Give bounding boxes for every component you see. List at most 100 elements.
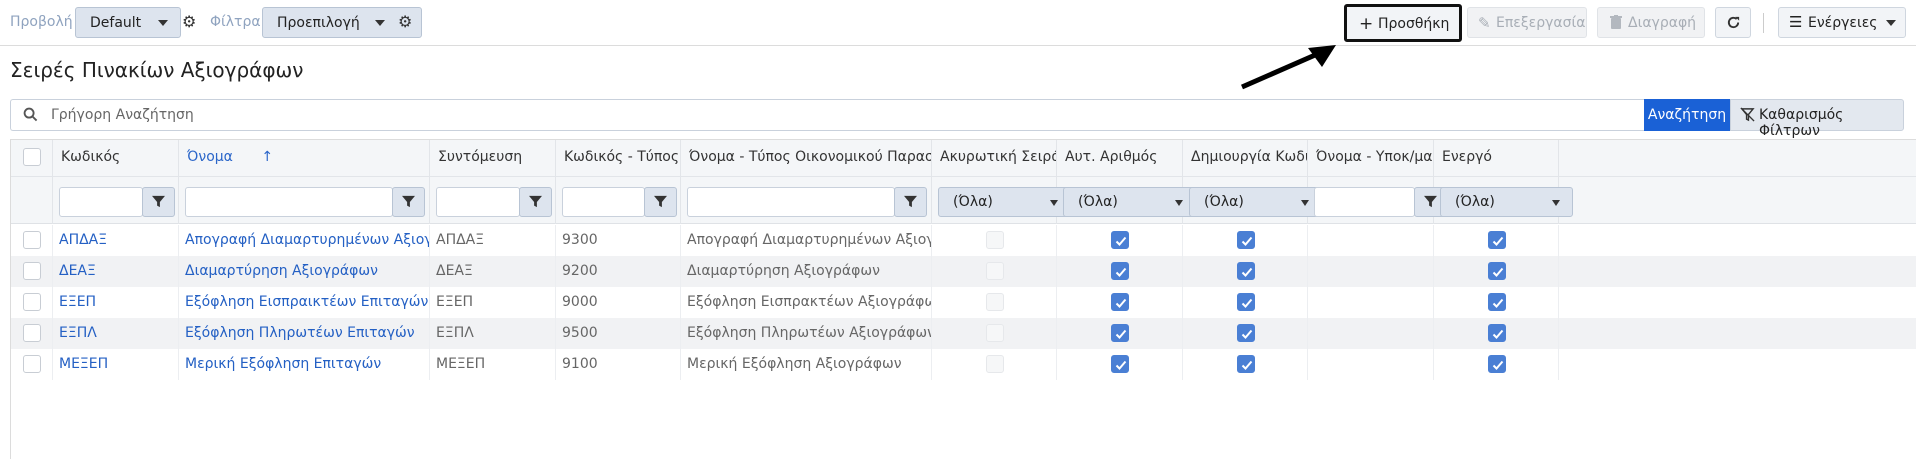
column-header-name[interactable]: Όνομα ↑ xyxy=(179,140,430,177)
checked-checkbox xyxy=(1487,293,1506,311)
row-select-checkbox[interactable] xyxy=(23,293,41,311)
cell-subsystem-name xyxy=(1308,287,1434,318)
cell-doc-type-name: Απογραφή Διαμαρτυρημένων Αξιογράφων xyxy=(681,225,932,256)
cell-shortcut: ΜΕΞΕΠ xyxy=(430,349,556,380)
table-row[interactable]: ΕΞΠΛ Εξόφληση Πληρωτέων Επιταγών ΕΞΠΛ 9500 Ε… xyxy=(11,318,1916,349)
cell-name[interactable]: Μερική Εξόφληση Επιταγών xyxy=(179,349,430,380)
column-header-create-code[interactable]: Δημιουργία Κωδικού xyxy=(1183,140,1308,177)
view-settings-button[interactable]: ⚙ xyxy=(172,7,204,38)
column-header-label: Κωδικός - Τύπος Οι... xyxy=(564,149,680,165)
column-header-auto-number[interactable]: Αυτ. Αριθμός xyxy=(1057,140,1183,177)
filter-select-value: (Όλα) xyxy=(1078,194,1118,210)
annotation-arrow-icon xyxy=(1240,45,1336,90)
table-row[interactable]: ΕΞΕΠ Εξόφληση Εισπραικτέων Επιταγών ΕΞΕΠ 90… xyxy=(11,287,1916,318)
search-button[interactable]: Αναζήτηση xyxy=(1644,99,1730,131)
add-button[interactable]: + Προσθήκη xyxy=(1344,4,1462,42)
checked-checkbox xyxy=(1111,262,1129,280)
cell-name[interactable]: Διαμαρτύρηση Αξιογράφων xyxy=(179,256,430,287)
cell-create-code xyxy=(1183,287,1308,318)
view-select[interactable]: Default xyxy=(75,7,181,38)
cell-code[interactable]: ΑΠΔΑΞ xyxy=(53,225,179,256)
unchecked-checkbox xyxy=(985,293,1004,311)
filter-select-active[interactable]: (Όλα) xyxy=(1440,187,1573,217)
column-header-label: Ενεργό xyxy=(1442,149,1492,165)
delete-button[interactable]: Διαγραφή xyxy=(1597,7,1705,38)
checked-checkbox xyxy=(1236,293,1255,311)
column-header-doc-type-code[interactable]: Κωδικός - Τύπος Οι... xyxy=(556,140,681,177)
filter-button-name[interactable] xyxy=(392,187,425,217)
column-header-shortcut[interactable]: Συντόμευση xyxy=(430,140,556,177)
cell-name[interactable]: Εξόφληση Πληρωτέων Επιταγών xyxy=(179,318,430,349)
row-select-checkbox[interactable] xyxy=(23,262,41,280)
filter-input-shortcut[interactable] xyxy=(436,187,520,217)
filter-input-doc-type-code[interactable] xyxy=(562,187,645,217)
filter-input-code[interactable] xyxy=(59,187,143,217)
filter-input-doc-type-name[interactable] xyxy=(687,187,895,217)
header-select-all[interactable] xyxy=(11,140,53,177)
filter-button-doc-type-name[interactable] xyxy=(894,187,927,217)
filter-cell-auto-number: (Όλα) xyxy=(1057,177,1196,224)
cell-active xyxy=(1434,349,1559,380)
cell-shortcut: ΕΞΕΠ xyxy=(430,287,556,318)
cell-name[interactable]: Απογραφή Διαμαρτυρημένων Αξιογράφων xyxy=(179,225,430,256)
cell-shortcut: ΕΞΠΛ xyxy=(430,318,556,349)
filter-select-create-code[interactable]: (Όλα) xyxy=(1189,187,1322,217)
row-select-checkbox[interactable] xyxy=(23,355,41,373)
filter-icon xyxy=(654,195,667,208)
row-select-checkbox[interactable] xyxy=(23,231,41,249)
refresh-button[interactable] xyxy=(1715,7,1751,38)
table-row[interactable]: ΔΕΑΞ Διαμαρτύρηση Αξιογράφων ΔΕΑΞ 9200 Διαμα… xyxy=(11,256,1916,287)
cell-code[interactable]: ΕΞΕΠ xyxy=(53,287,179,318)
column-header-label: Όνομα - Υποκ/μα Ε... xyxy=(1316,149,1433,165)
column-header-code[interactable]: Κωδικός xyxy=(53,140,179,177)
checked-checkbox xyxy=(1487,262,1506,280)
cell-active xyxy=(1434,318,1559,349)
filter-input-subsystem-name[interactable] xyxy=(1314,187,1415,217)
cell-subsystem-name xyxy=(1308,225,1434,256)
clear-filters-label: Καθαρισμός Φίλτρων xyxy=(1759,107,1844,139)
filter-cell-cancel-series: (Όλα) xyxy=(932,177,1071,224)
filter-button-doc-type-code[interactable] xyxy=(644,187,677,217)
checked-checkbox xyxy=(1487,231,1506,249)
search-input[interactable] xyxy=(51,104,1551,126)
checked-checkbox xyxy=(1236,324,1255,342)
select-all-checkbox[interactable] xyxy=(23,148,41,166)
clear-filters-button[interactable]: Καθαρισμός Φίλτρων xyxy=(1730,99,1904,139)
cell-doc-type-code: 9200 xyxy=(556,256,681,287)
filter-select-cancel-series[interactable]: (Όλα) xyxy=(938,187,1071,217)
chevron-down-icon xyxy=(1175,200,1183,206)
column-header-label: Όνομα xyxy=(187,149,233,165)
chevron-down-icon xyxy=(158,20,168,26)
cell-create-code xyxy=(1183,256,1308,287)
filter-clear-icon xyxy=(1740,107,1755,126)
checked-checkbox xyxy=(1236,262,1255,280)
filter-settings-button[interactable]: ⚙ xyxy=(394,7,422,38)
column-header-doc-type-name[interactable]: Όνομα - Τύπος Οικονομικού Παραστατικού xyxy=(681,140,932,177)
table-row[interactable]: ΑΠΔΑΞΑπογραφή Διαμαρτυρημένων Αξιογράφων… xyxy=(11,225,1916,256)
filter-icon xyxy=(152,195,165,208)
row-select-checkbox[interactable] xyxy=(23,324,41,342)
cell-code[interactable]: ΜΕΞΕΠ xyxy=(53,349,179,380)
column-header-subsystem-name[interactable]: Όνομα - Υποκ/μα Ε... xyxy=(1308,140,1434,177)
filter-input-name[interactable] xyxy=(185,187,393,217)
filter-cell-subsystem-name xyxy=(1308,177,1447,224)
cell-doc-type-code: 9100 xyxy=(556,349,681,380)
checked-checkbox xyxy=(1111,355,1129,373)
view-select-value: Default xyxy=(90,15,142,31)
cell-code[interactable]: ΕΞΠΛ xyxy=(53,318,179,349)
column-header-label: Ακυρωτική Σειρά xyxy=(940,149,1057,165)
refresh-icon xyxy=(1726,15,1741,34)
plus-icon: + xyxy=(1359,14,1374,34)
cell-code[interactable]: ΔΕΑΞ xyxy=(53,256,179,287)
filter-button-shortcut[interactable] xyxy=(519,187,552,217)
actions-menu-button[interactable]: ☰ Ενέργειες xyxy=(1778,7,1906,38)
edit-button[interactable]: ✎ Επεξεργασία xyxy=(1467,7,1587,38)
column-header-cancel-series[interactable]: Ακυρωτική Σειρά xyxy=(932,140,1057,177)
filter-button-code[interactable] xyxy=(142,187,175,217)
filter-select-auto-number[interactable]: (Όλα) xyxy=(1063,187,1196,217)
column-header-active[interactable]: Ενεργό xyxy=(1434,140,1559,177)
filter-cell-doc-type-name xyxy=(681,177,932,224)
checked-checkbox xyxy=(1236,231,1255,249)
table-row[interactable]: ΜΕΞΕΠ Μερική Εξόφληση Επιταγών ΜΕΞΕΠ 9100 Με… xyxy=(11,349,1916,380)
cell-name[interactable]: Εξόφληση Εισπραικτέων Επιταγών xyxy=(179,287,430,318)
